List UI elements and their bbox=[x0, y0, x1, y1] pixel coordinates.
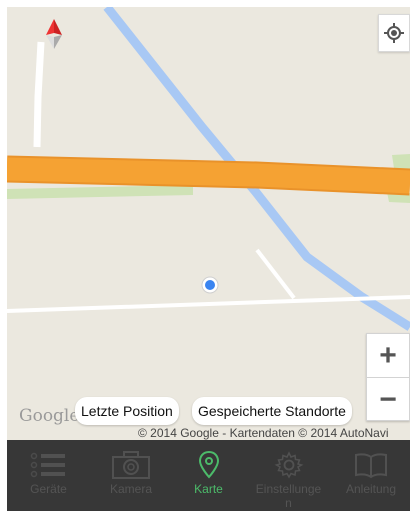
compass-icon[interactable] bbox=[43, 17, 65, 51]
camera-icon bbox=[111, 448, 151, 482]
zoom-in-button[interactable]: + bbox=[367, 334, 409, 377]
tab-map-label: Karte bbox=[194, 482, 223, 496]
google-logo: Google bbox=[19, 406, 80, 426]
map-pin-icon bbox=[197, 448, 221, 482]
bottom-tab-bar: Geräte Kamera Karte Einstellunge n Anlei… bbox=[7, 440, 410, 511]
tab-settings-label-line2: n bbox=[285, 496, 292, 510]
tab-camera-label: Kamera bbox=[109, 482, 153, 496]
crosshair-icon bbox=[384, 23, 404, 43]
tab-camera[interactable]: Kamera bbox=[90, 440, 172, 511]
map-canvas bbox=[7, 7, 410, 331]
minor-road bbox=[7, 295, 410, 313]
highway bbox=[7, 157, 410, 194]
list-icon bbox=[29, 448, 69, 482]
tab-settings[interactable]: Einstellunge n bbox=[245, 440, 332, 511]
gear-icon bbox=[274, 448, 304, 482]
app-screen: + − Google © 2014 Google - Kartendaten ©… bbox=[0, 0, 410, 511]
minor-road bbox=[33, 41, 45, 148]
tab-settings-label: Einstellunge n bbox=[256, 482, 321, 510]
tab-guide-label: Anleitung bbox=[345, 482, 397, 496]
tab-devices[interactable]: Geräte bbox=[7, 440, 90, 511]
saved-locations-button[interactable]: Gespeicherte Standorte bbox=[192, 397, 352, 425]
zoom-out-button[interactable]: − bbox=[367, 378, 409, 421]
tab-guide[interactable]: Anleitung bbox=[332, 440, 410, 511]
tab-map[interactable]: Karte bbox=[172, 440, 245, 511]
tab-settings-label-line1: Einstellunge bbox=[255, 482, 322, 496]
my-location-dot-center bbox=[205, 280, 215, 290]
my-location-button[interactable] bbox=[378, 14, 410, 52]
zoom-controls: + − bbox=[366, 333, 410, 421]
park-strip bbox=[7, 185, 193, 199]
map-view[interactable]: + − Google © 2014 Google - Kartendaten ©… bbox=[7, 7, 410, 440]
last-position-button[interactable]: Letzte Position bbox=[75, 397, 179, 425]
tab-devices-label: Geräte bbox=[30, 482, 67, 496]
map-copyright: © 2014 Google - Kartendaten © 2014 AutoN… bbox=[138, 426, 389, 440]
book-icon bbox=[353, 448, 389, 482]
minor-road bbox=[255, 248, 296, 300]
